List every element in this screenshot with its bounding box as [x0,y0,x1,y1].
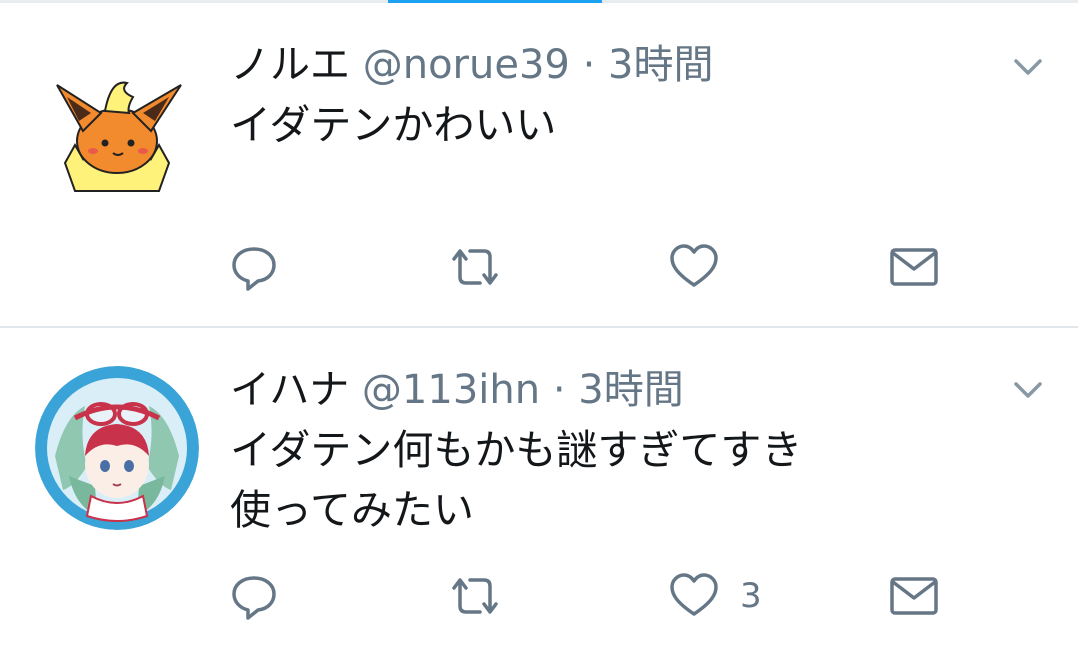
avatar[interactable] [35,366,199,530]
heart-icon [670,573,718,616]
tweet-text: イダテン何もかも謎すぎてすき 使ってみたい [230,420,802,540]
tweet-actions [0,237,1078,297]
separator-dot: · [552,367,566,413]
tweet-text-line: 使ってみたい [230,486,474,534]
like-button[interactable] [668,237,740,297]
display-name[interactable]: イハナ [230,367,349,413]
tweet[interactable]: ノルエ @norue39 · 3時間 イダテンかわいい [0,3,1078,326]
like-button[interactable]: 3 [668,566,762,626]
display-name[interactable]: ノルエ [230,42,350,88]
heart-icon [670,244,718,287]
envelope-icon [890,248,938,286]
tweet-header: イハナ @113ihn · 3時間 [230,366,684,414]
direct-message-button[interactable] [888,566,940,626]
envelope-icon [890,577,938,615]
like-count: 3 [740,576,762,616]
fox-creature-avatar-image [35,45,199,209]
retweet-button[interactable] [446,237,504,297]
reply-button[interactable] [228,566,280,626]
user-handle[interactable]: @norue39 [363,42,570,88]
tweet[interactable]: イハナ @113ihn · 3時間 イダテン何もかも謎すぎてすき 使ってみたい … [0,328,1078,647]
anime-character-avatar-image [35,366,199,530]
direct-message-button[interactable] [888,237,940,297]
reply-icon [232,247,276,291]
retweet-icon [452,578,498,614]
tweet-header: ノルエ @norue39 · 3時間 [230,41,713,89]
retweet-button[interactable] [446,566,504,626]
chevron-down-icon[interactable] [1008,53,1048,83]
separator-dot: · [582,42,596,88]
tweet-actions: 3 [0,566,1078,626]
user-handle[interactable]: @113ihn [362,367,540,413]
avatar[interactable] [35,45,199,209]
tweet-text-line: イダテンかわいい [230,101,557,149]
timestamp[interactable]: 3時間 [608,42,713,88]
chevron-down-icon[interactable] [1008,376,1048,406]
tweet-text-line: イダテン何もかも謎すぎてすき [230,426,803,474]
reply-button[interactable] [228,237,280,297]
timestamp[interactable]: 3時間 [578,367,683,413]
reply-icon [232,576,276,620]
tweet-text: イダテンかわいい [230,95,556,155]
retweet-icon [452,249,498,285]
